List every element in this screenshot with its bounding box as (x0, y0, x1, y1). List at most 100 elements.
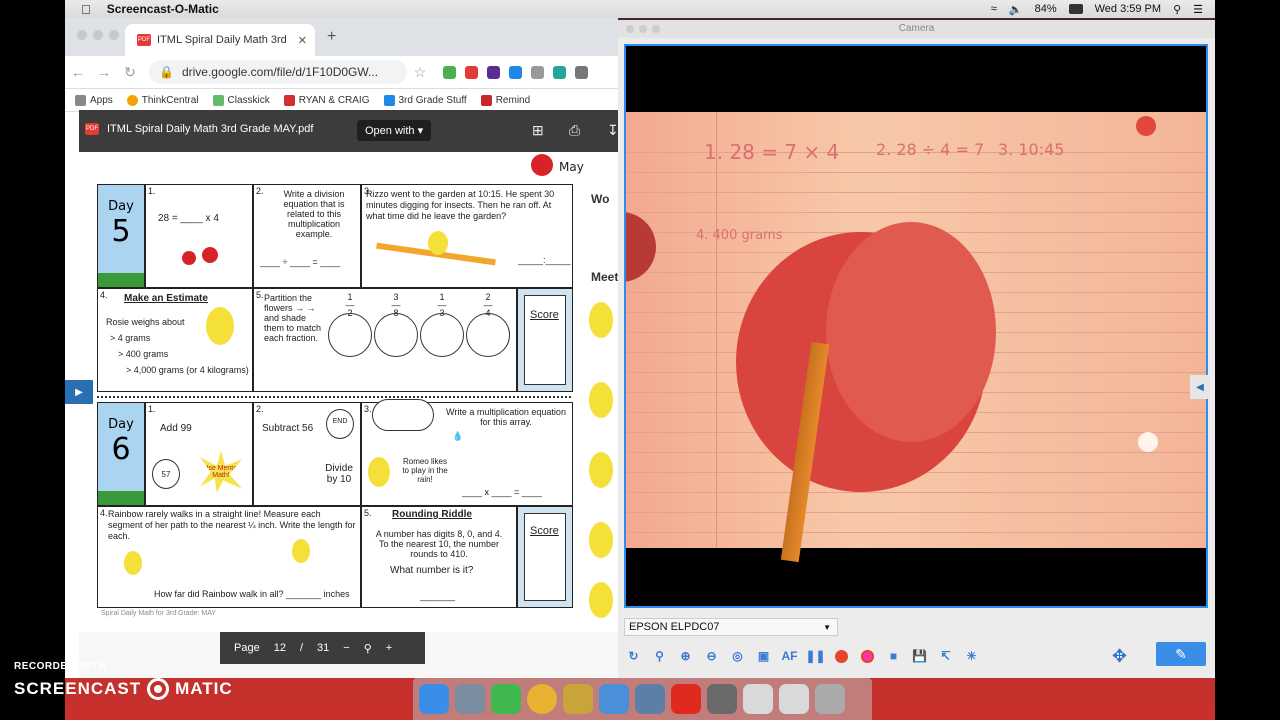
chick-icon (368, 457, 390, 487)
print-icon[interactable]: ⎙ (569, 122, 580, 139)
move-icon[interactable]: ✥ (1112, 646, 1127, 667)
pause-icon[interactable]: ❚❚ (805, 647, 825, 666)
stop-icon[interactable]: ■ (884, 647, 903, 666)
bookmark-star-icon[interactable]: ☆ (407, 64, 433, 81)
record-video-button[interactable] (858, 647, 877, 666)
bookmark-remind[interactable]: Remind (480, 94, 530, 106)
window-controls (77, 30, 119, 40)
collapse-right-arrow[interactable]: ◀ (1190, 375, 1210, 399)
remind-icon (480, 94, 492, 106)
bookmark-thinkcentral[interactable]: ThinkCentral (126, 94, 199, 106)
extension-icon[interactable] (575, 65, 588, 79)
zoom-out-button[interactable]: − (343, 642, 349, 654)
handwriting-answer-3: 3. 10:45 (998, 140, 1065, 159)
new-tab-button[interactable]: + (327, 28, 336, 46)
browser-tab[interactable]: PDF ITML Spiral Daily Math 3rd Gra ✕ (125, 24, 315, 56)
problem-box: 1. Add 99 57 Use Mental Math! (145, 402, 253, 506)
menu-list-icon[interactable]: ☰ (1193, 3, 1203, 16)
brightness-icon[interactable]: ☀ (962, 647, 981, 666)
document-icon[interactable] (779, 684, 809, 714)
camera-feed[interactable]: 1. 28 = 7 × 4 2. 28 ÷ 4 = 7 3. 10:45 4. … (624, 44, 1208, 608)
preview-icon[interactable] (635, 684, 665, 714)
download-icon[interactable]: ↧ (607, 122, 618, 139)
pen-tool-button[interactable]: ✎ (1156, 642, 1206, 666)
problem-box: 5. Rounding Riddle A number has digits 8… (361, 506, 517, 608)
problem-box: 2. Write a division equation that is rel… (253, 184, 361, 288)
recorded-with-label: RECORDED WITH (14, 661, 107, 672)
reload-button[interactable]: ↻ (117, 64, 143, 81)
zoom-in-icon[interactable]: ⊕ (676, 647, 695, 666)
extension-icon[interactable] (487, 65, 500, 79)
screencast-icon[interactable] (563, 684, 593, 714)
forward-button[interactable]: → (91, 64, 117, 80)
collapse-left-arrow[interactable]: ▶ (65, 380, 93, 404)
magnet-red (1136, 116, 1156, 136)
back-button[interactable]: ← (65, 64, 91, 80)
extension-icon[interactable] (465, 65, 478, 79)
save-icon[interactable]: 💾 (910, 647, 929, 666)
zoom-window-button[interactable] (109, 30, 119, 40)
add-to-drive-icon[interactable]: ⊞ (532, 122, 544, 139)
zoom-icon[interactable]: ⚲ (364, 642, 372, 655)
url-text: drive.google.com/file/d/1F10D0GW... (181, 65, 379, 79)
address-bar[interactable]: 🔒 drive.google.com/file/d/1F10D0GW... (149, 60, 407, 84)
app-name[interactable]: Screencast-O-Matic (107, 2, 219, 16)
apple-icon[interactable]:  (81, 2, 91, 17)
bookmark-ryan-craig[interactable]: RYAN & CRAIG (283, 94, 370, 106)
files-icon[interactable] (599, 684, 629, 714)
fit-icon[interactable]: ▣ (754, 647, 773, 666)
zoom-in-button[interactable]: + (386, 642, 392, 654)
extension-icon[interactable] (509, 65, 522, 79)
facetime-icon[interactable] (491, 684, 521, 714)
raindrop-array: 💧 (452, 431, 465, 441)
zoom-region-icon[interactable]: ⚲ (650, 647, 669, 666)
start-strawberry: 57 (152, 459, 180, 489)
flower-shape (374, 313, 418, 357)
wifi-icon[interactable]: ≈ (991, 3, 997, 15)
page-current[interactable]: 12 (274, 642, 286, 654)
rotate-icon[interactable]: ↻ (624, 647, 643, 666)
flower-shape (466, 313, 510, 357)
search-icon[interactable]: ⚲ (1173, 3, 1181, 16)
clock[interactable]: Wed 3:59 PM (1095, 3, 1161, 15)
camera-toolbar: ↻ ⚲ ⊕ ⊖ ◎ ▣ AF ❚❚ ■ 💾 ↸ ☀ (624, 642, 981, 670)
autofocus-icon[interactable]: AF (780, 647, 799, 666)
zoom-reset-icon[interactable]: ◎ (728, 647, 747, 666)
pdf-viewer: PDF ITML Spiral Daily Math 3rd Grade MAY… (79, 110, 618, 678)
extension-icon[interactable] (553, 65, 566, 79)
chick-icon (589, 302, 613, 338)
flower-shape (420, 313, 464, 357)
tab-strip: PDF ITML Spiral Daily Math 3rd Gra ✕ + (65, 18, 618, 56)
finder-icon[interactable] (419, 684, 449, 714)
open-with-button[interactable]: Open with ▾ (357, 120, 432, 141)
record-button[interactable] (832, 647, 851, 666)
photo-icon[interactable] (707, 684, 737, 714)
worksheet-footer: Spiral Daily Math for 3rd Grade: MAY (101, 610, 217, 617)
export-icon[interactable]: ↸ (936, 647, 955, 666)
toolbar: ← → ↻ 🔒 drive.google.com/file/d/1F10D0GW… (65, 56, 618, 89)
document-icon[interactable] (743, 684, 773, 714)
problem-box: 4. Make an Estimate Rosie weighs about >… (97, 288, 253, 392)
extension-icon[interactable] (531, 65, 544, 79)
extension-icon[interactable] (443, 65, 456, 79)
launchpad-icon[interactable] (455, 684, 485, 714)
battery-percent: 84% (1034, 3, 1057, 15)
battery-icon[interactable] (1068, 4, 1083, 14)
minimize-window-button[interactable] (93, 30, 103, 40)
youtube-icon[interactable] (671, 684, 701, 714)
handwriting-answer-2: 2. 28 ÷ 4 = 7 (876, 140, 985, 159)
trash-icon[interactable] (815, 684, 845, 714)
volume-icon[interactable]: 🔈 (1009, 3, 1023, 16)
close-tab-icon[interactable]: ✕ (298, 34, 307, 47)
camera-device-select[interactable]: EPSON ELPDC07 ▼ (624, 618, 838, 636)
close-window-button[interactable] (77, 30, 87, 40)
bookmark-classkick[interactable]: Classkick (212, 94, 270, 106)
bookmark-apps[interactable]: Apps (75, 94, 113, 106)
chrome-icon[interactable] (527, 684, 557, 714)
strawberry-icon (182, 251, 196, 265)
bookmark-3rd-grade[interactable]: 3rd Grade Stuff (383, 94, 467, 106)
zoom-out-icon[interactable]: ⊖ (702, 647, 721, 666)
magnet-white (1138, 432, 1158, 452)
watermark-brand-right: MATIC (175, 679, 233, 698)
strawberry-icon (202, 247, 218, 263)
